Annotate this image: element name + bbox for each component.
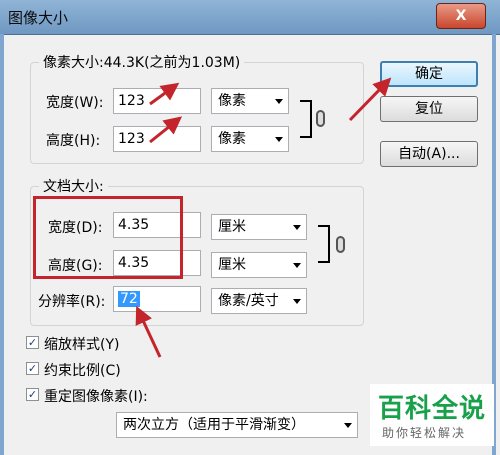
pixel-width-unit-select[interactable]: 像素 — [211, 88, 289, 114]
watermark-name: 百科全说 — [378, 394, 487, 424]
doc-width-unit-value: 厘米 — [218, 219, 246, 235]
pixel-dimensions-legend: 像素大小:44.3K(之前为1.03M) — [43, 55, 241, 71]
pixel-height-input[interactable]: 123 — [113, 126, 201, 152]
doc-height-unit-select[interactable]: 厘米 — [211, 252, 307, 278]
doc-width-unit-select[interactable]: 厘米 — [211, 214, 307, 240]
chevron-down-icon — [275, 137, 283, 142]
pixel-height-unit-select[interactable]: 像素 — [211, 126, 289, 152]
resolution-label: 分辨率(R): — [38, 294, 106, 310]
annotation-highlight-box — [33, 196, 183, 279]
resample-method-value: 两次立方（适用于平滑渐变） — [123, 417, 305, 433]
constrain-proportions-label: 约束比例(C) — [44, 363, 121, 379]
doc-height-unit-value: 厘米 — [218, 257, 246, 273]
chain-link-icon — [336, 236, 345, 253]
resample-method-select[interactable]: 两次立方（适用于平滑渐变） — [116, 412, 358, 438]
ok-button[interactable]: 确定 — [380, 61, 478, 87]
constrain-bracket — [300, 100, 312, 138]
resolution-unit-select[interactable]: 像素/英寸 — [211, 288, 307, 314]
constrain-proportions-checkbox[interactable]: ✓ — [26, 362, 39, 375]
chevron-down-icon — [344, 423, 352, 428]
pixel-width-unit-value: 像素 — [218, 93, 246, 109]
document-size-legend: 文档大小: — [43, 179, 104, 195]
auto-button[interactable]: 自动(A)... — [380, 141, 478, 167]
resolution-input[interactable]: 72 — [113, 286, 201, 312]
title-bar: 图像大小 X — [0, 0, 500, 35]
scale-styles-label: 缩放样式(Y) — [44, 337, 120, 353]
reset-button[interactable]: 复位 — [380, 96, 478, 122]
pixel-width-label: 宽度(W): — [46, 95, 104, 111]
chevron-down-icon — [293, 263, 301, 268]
resample-image-label: 重定图像像素(I): — [44, 389, 148, 405]
chain-link-icon — [316, 110, 325, 127]
resolution-value: 72 — [118, 291, 140, 307]
watermark-logo: 百科全说 助你轻松解决 — [370, 384, 494, 446]
pixel-height-label: 高度(H): — [46, 133, 101, 149]
chevron-down-icon — [275, 99, 283, 104]
constrain-bracket-doc — [318, 225, 330, 263]
resolution-unit-value: 像素/英寸 — [218, 293, 279, 309]
watermark-slogan: 助你轻松解决 — [382, 426, 467, 440]
pixel-height-unit-value: 像素 — [218, 131, 246, 147]
close-button[interactable]: X — [436, 3, 486, 29]
pixel-width-input[interactable]: 123 — [113, 88, 201, 114]
chevron-down-icon — [293, 299, 301, 304]
scale-styles-checkbox[interactable]: ✓ — [26, 336, 39, 349]
chevron-down-icon — [293, 225, 301, 230]
resample-image-checkbox[interactable]: ✓ — [26, 388, 39, 401]
window-title: 图像大小 — [8, 9, 69, 27]
